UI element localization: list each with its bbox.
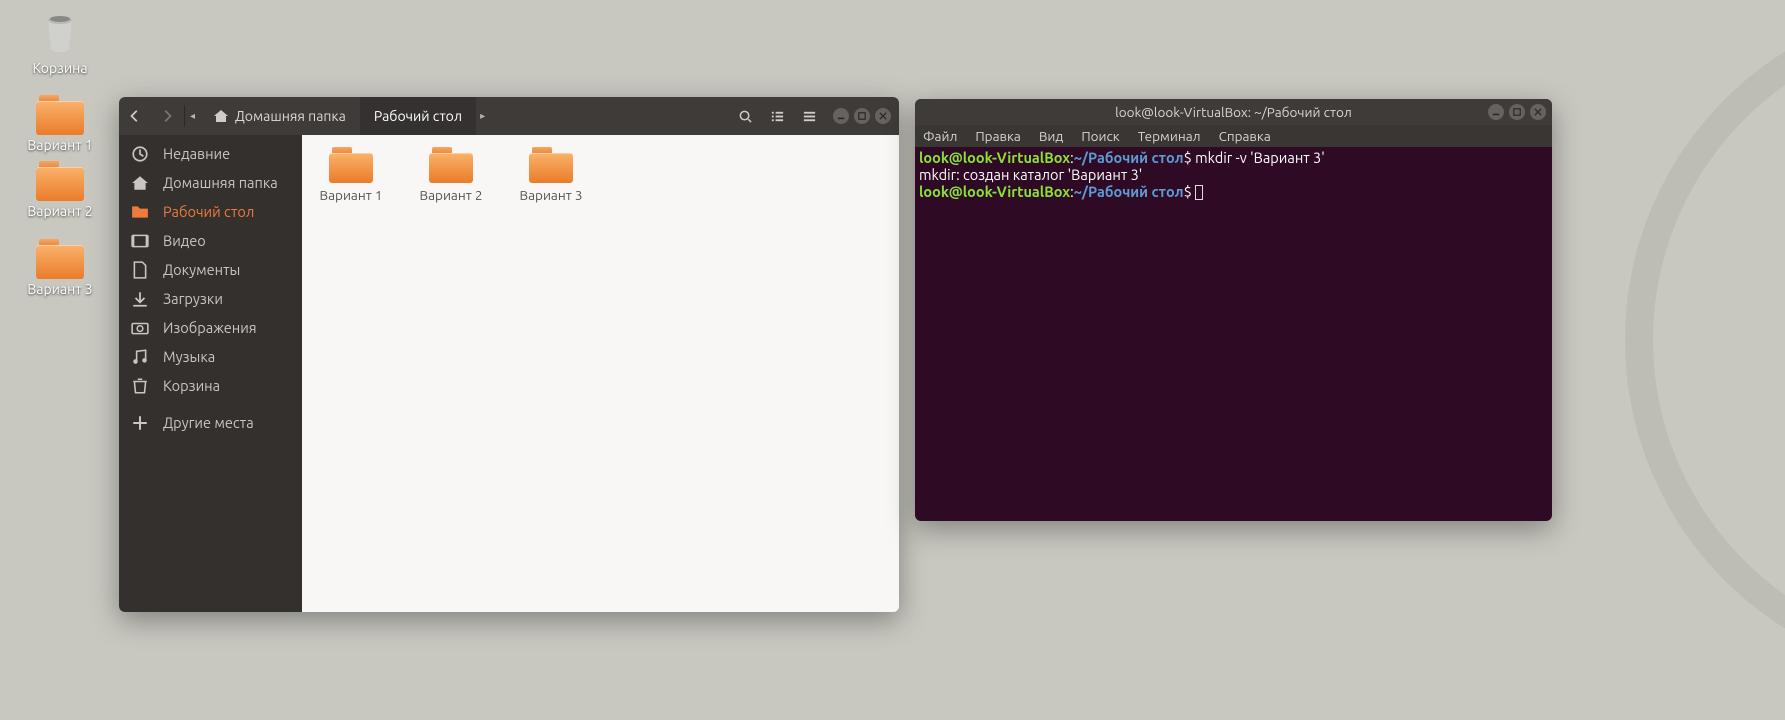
- file-folder-1[interactable]: Вариант 1: [316, 147, 386, 203]
- menu-help[interactable]: Справка: [1219, 128, 1271, 144]
- breadcrumb-home[interactable]: Домашняя папка: [199, 97, 360, 135]
- menu-terminal[interactable]: Терминал: [1138, 128, 1201, 144]
- sidebar-item-desktop[interactable]: Рабочий стол: [119, 197, 302, 226]
- clock-icon: [131, 145, 149, 163]
- path-next-icon[interactable]: ▸: [476, 110, 489, 122]
- folder-icon: [36, 239, 84, 279]
- camera-icon: [131, 319, 149, 337]
- back-button[interactable]: [119, 97, 151, 135]
- sidebar-item-downloads[interactable]: Загрузки: [119, 284, 302, 313]
- terminal-close-button[interactable]: [1530, 104, 1546, 120]
- sidebar-item-trash[interactable]: Корзина: [119, 371, 302, 400]
- sidebar-item-documents[interactable]: Документы: [119, 255, 302, 284]
- folder-icon: [36, 161, 84, 201]
- file-label: Вариант 2: [416, 187, 486, 203]
- terminal-window: look@look-VirtualBox: ~/Рабочий стол Фай…: [915, 99, 1552, 521]
- desktop-trash[interactable]: Корзина: [15, 6, 105, 76]
- sidebar-item-label: Домашняя папка: [163, 174, 278, 191]
- file-manager-sidebar: Недавние Домашняя папка Рабочий стол Вид…: [119, 135, 302, 612]
- file-label: Вариант 1: [316, 187, 386, 203]
- breadcrumb-current-label: Рабочий стол: [374, 108, 462, 124]
- terminal-cursor: [1195, 185, 1203, 200]
- sidebar-item-other[interactable]: Другие места: [119, 408, 302, 437]
- desktop-trash-label: Корзина: [15, 60, 105, 76]
- forward-button[interactable]: [151, 97, 183, 135]
- prompt-path: ~/Рабочий стол: [1074, 183, 1184, 200]
- close-button[interactable]: [875, 108, 891, 124]
- menu-edit[interactable]: Правка: [975, 128, 1020, 144]
- terminal-command: mkdir -v 'Вариант 3': [1195, 149, 1325, 166]
- folder-icon: [36, 95, 84, 135]
- file-manager-content[interactable]: Вариант 1 Вариант 2 Вариант 3: [302, 135, 899, 612]
- menu-button[interactable]: [793, 97, 825, 135]
- sidebar-item-label: Корзина: [163, 377, 220, 394]
- home-icon: [213, 108, 229, 124]
- sidebar-item-label: Видео: [163, 232, 206, 249]
- terminal-minimize-button[interactable]: [1488, 104, 1504, 120]
- trash-icon: [131, 377, 149, 395]
- plus-icon: [131, 414, 149, 432]
- minimize-button[interactable]: [833, 108, 849, 124]
- prompt-path: ~/Рабочий стол: [1074, 149, 1184, 166]
- terminal-menubar: Файл Правка Вид Поиск Терминал Справка: [915, 125, 1552, 147]
- folder-icon: [329, 147, 373, 183]
- menu-search[interactable]: Поиск: [1081, 128, 1119, 144]
- desktop-folder-2[interactable]: Вариант 2: [15, 161, 105, 219]
- desktop-folder-1[interactable]: Вариант 1: [15, 95, 105, 153]
- download-icon: [131, 290, 149, 308]
- trash-icon: [15, 6, 105, 58]
- sidebar-item-images[interactable]: Изображения: [119, 313, 302, 342]
- sidebar-item-label: Загрузки: [163, 290, 223, 307]
- breadcrumb-home-label: Домашняя папка: [235, 108, 346, 124]
- terminal-titlebar[interactable]: look@look-VirtualBox: ~/Рабочий стол: [915, 99, 1552, 125]
- file-label: Вариант 3: [516, 187, 586, 203]
- terminal-title-text: look@look-VirtualBox: ~/Рабочий стол: [1115, 104, 1352, 120]
- file-manager-header: ◂ Домашняя папка Рабочий стол ▸: [119, 97, 899, 135]
- file-folder-2[interactable]: Вариант 2: [416, 147, 486, 203]
- path-prev-icon[interactable]: ◂: [186, 110, 199, 122]
- desktop-folder-label: Вариант 3: [15, 281, 105, 297]
- terminal-body[interactable]: look@look-VirtualBox:~/Рабочий стол$ mkd…: [915, 147, 1552, 521]
- sidebar-item-recent[interactable]: Недавние: [119, 139, 302, 168]
- sidebar-item-label: Недавние: [163, 145, 230, 162]
- sidebar-item-label: Документы: [163, 261, 240, 278]
- desktop-folder-label: Вариант 2: [15, 203, 105, 219]
- terminal-output: mkdir: создан каталог 'Вариант 3': [919, 166, 1142, 183]
- sidebar-item-label: Музыка: [163, 348, 215, 365]
- folder-icon: [529, 147, 573, 183]
- document-icon: [131, 261, 149, 279]
- prompt-user: look@look-VirtualBox: [919, 149, 1070, 166]
- sidebar-item-home[interactable]: Домашняя папка: [119, 168, 302, 197]
- breadcrumb-current[interactable]: Рабочий стол: [360, 97, 476, 135]
- sidebar-item-label: Рабочий стол: [163, 203, 254, 220]
- sidebar-item-label: Изображения: [163, 319, 257, 336]
- terminal-maximize-button[interactable]: [1509, 104, 1525, 120]
- menu-view[interactable]: Вид: [1039, 128, 1063, 144]
- prompt-user: look@look-VirtualBox: [919, 183, 1070, 200]
- video-icon: [131, 232, 149, 250]
- home-icon: [131, 174, 149, 192]
- file-manager-window: ◂ Домашняя папка Рабочий стол ▸ Недавние…: [119, 97, 899, 612]
- sidebar-item-video[interactable]: Видео: [119, 226, 302, 255]
- desktop-folder-3[interactable]: Вариант 3: [15, 239, 105, 297]
- sidebar-item-label: Другие места: [163, 414, 254, 431]
- menu-file[interactable]: Файл: [923, 128, 957, 144]
- search-button[interactable]: [729, 97, 761, 135]
- folder-icon: [429, 147, 473, 183]
- file-folder-3[interactable]: Вариант 3: [516, 147, 586, 203]
- maximize-button[interactable]: [854, 108, 870, 124]
- sidebar-item-music[interactable]: Музыка: [119, 342, 302, 371]
- desktop-folder-label: Вариант 1: [15, 137, 105, 153]
- music-icon: [131, 348, 149, 366]
- folder-icon: [131, 203, 149, 221]
- view-toggle-button[interactable]: [761, 97, 793, 135]
